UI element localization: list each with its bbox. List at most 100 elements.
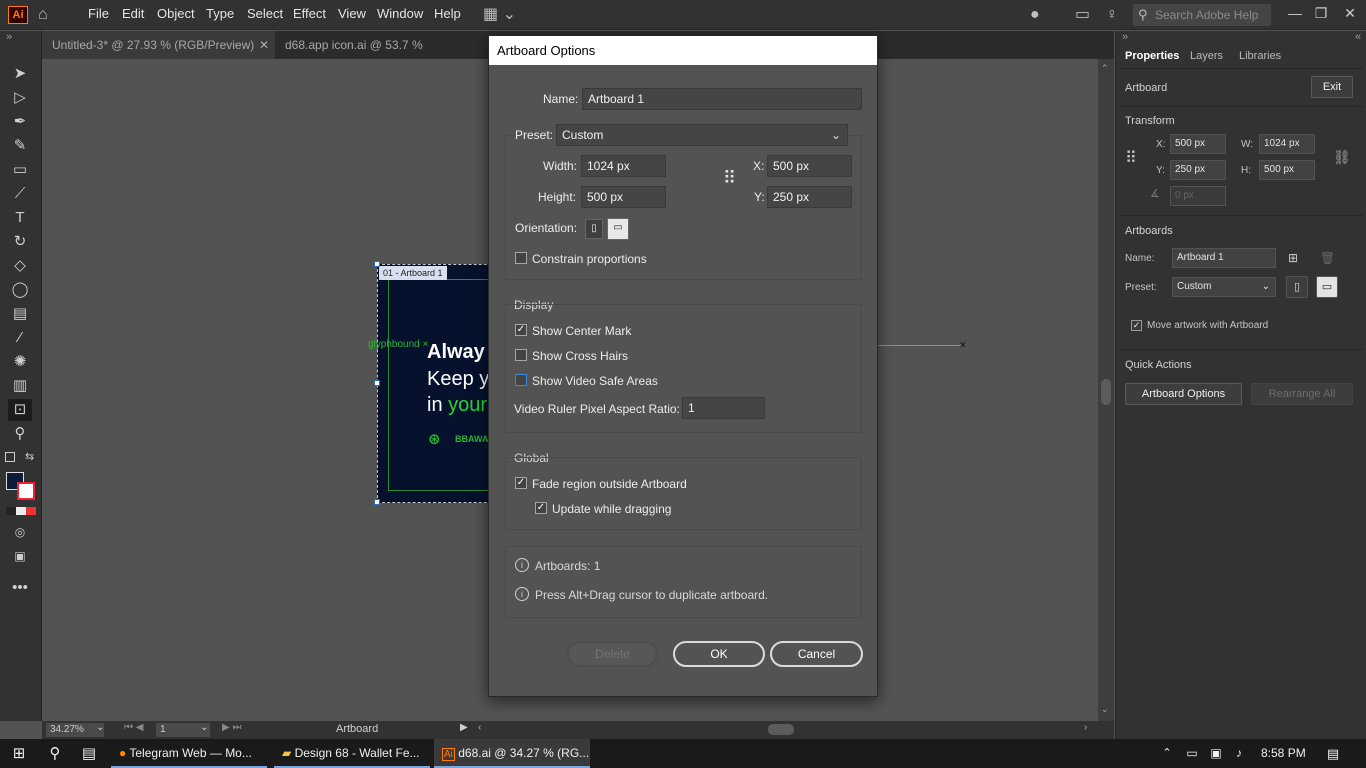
portrait-orientation-icon[interactable]: ▯ (585, 219, 603, 239)
artboard-options-button[interactable]: Artboard Options (1125, 383, 1242, 405)
graph-tool-icon[interactable]: ▥ (8, 375, 32, 397)
scroll-thumb[interactable] (1101, 379, 1111, 405)
user-account-icon[interactable]: ● (1030, 0, 1040, 30)
toolbar-collapse-icon[interactable]: » (6, 31, 12, 43)
eyedropper-tool-icon[interactable]: ⁄ (8, 327, 32, 349)
h-input[interactable]: 500 px (1259, 160, 1315, 180)
show-center-mark-checkbox[interactable]: ✓ (515, 324, 527, 336)
home-icon[interactable]: ⌂ (38, 0, 48, 30)
workspace-switcher-icon[interactable]: ▦ ⌄ (483, 0, 516, 30)
artboard-handle-ml[interactable] (374, 380, 380, 386)
taskbar-illustrator[interactable]: Ai d68.ai @ 34.27 % (RG... (434, 739, 590, 768)
minimize-button[interactable]: — (1281, 0, 1309, 28)
menu-type[interactable]: Type (206, 0, 234, 30)
fade-region-checkbox[interactable]: ✓ (515, 477, 527, 489)
default-colors-icon[interactable] (5, 452, 15, 462)
width-input[interactable]: 1024 px (581, 155, 666, 177)
artboard-handle-tl[interactable] (374, 261, 380, 267)
ok-button[interactable]: OK (673, 641, 765, 667)
status-menu-icon[interactable]: ▶ (460, 722, 468, 733)
lasso-tool-icon[interactable]: ◯ (8, 279, 32, 301)
taskbar-design-68[interactable]: ▰ Design 68 - Wallet Fe... (274, 739, 430, 768)
artboard-name-input[interactable]: Artboard 1 (582, 88, 862, 110)
panel-layout-icon[interactable]: ▭ (1075, 0, 1090, 30)
artboard-tool-icon[interactable]: ⊡ (8, 399, 32, 421)
menu-file[interactable]: File (88, 0, 109, 30)
move-artwork-checkbox[interactable]: ✓ (1131, 320, 1142, 331)
symbol-sprayer-tool-icon[interactable]: ✺ (8, 351, 32, 373)
scroll-right-icon[interactable]: › (1084, 722, 1087, 733)
tab-libraries[interactable]: Libraries (1239, 45, 1281, 67)
x-input[interactable]: 500 px (767, 155, 852, 177)
selection-tool-icon[interactable]: ➤ (8, 63, 32, 85)
zoom-tool-icon[interactable]: ⚲ (8, 423, 32, 445)
lightbulb-icon[interactable]: ♀ (1106, 0, 1118, 30)
show-video-safe-checkbox[interactable] (515, 374, 527, 386)
menu-view[interactable]: View (338, 0, 366, 30)
edit-toolbar-icon[interactable]: ••• (8, 577, 32, 599)
windows-start-icon[interactable]: ⊞ (8, 739, 30, 768)
close-tab-icon[interactable]: ✕ (259, 31, 269, 59)
rotate-tool-icon[interactable]: ↻ (8, 231, 32, 253)
constrain-proportions-checkbox[interactable] (515, 252, 527, 264)
menu-select[interactable]: Select (247, 0, 283, 30)
preset-select[interactable]: Custom ⌄ (1172, 277, 1276, 297)
volume-icon[interactable]: ♪ (1229, 739, 1249, 768)
x-input[interactable]: 500 px (1170, 134, 1226, 154)
landscape-orientation-icon[interactable]: ▭ (1316, 276, 1338, 298)
constrain-link-icon[interactable]: ⛓ (1333, 149, 1351, 166)
taskbar-clock[interactable]: 8:58 PM (1261, 739, 1311, 768)
menu-edit[interactable]: Edit (122, 0, 144, 30)
new-artboard-icon[interactable]: ⊞ (1288, 251, 1298, 265)
task-view-icon[interactable]: ▤ (78, 739, 100, 768)
tab-untitled-3[interactable]: Untitled-3* @ 27.93 % (RGB/Preview) ✕ (42, 31, 275, 59)
scroll-down-icon[interactable]: ⌄ (1101, 704, 1109, 715)
artboard-name-input[interactable]: Artboard 1 (1172, 248, 1276, 268)
search-icon[interactable]: ⚲ (44, 739, 66, 768)
panel-expand-icon[interactable]: « (1355, 31, 1361, 43)
tab-layers[interactable]: Layers (1190, 45, 1223, 67)
rectangle-tool-icon[interactable]: ▭ (8, 159, 32, 181)
exit-button[interactable]: Exit (1311, 76, 1353, 98)
menu-help[interactable]: Help (434, 0, 461, 30)
horizontal-scroll-thumb[interactable] (768, 724, 794, 735)
gradient-tool-icon[interactable]: ▤ (8, 303, 32, 325)
height-input[interactable]: 500 px (581, 186, 666, 208)
show-cross-hairs-checkbox[interactable] (515, 349, 527, 361)
notifications-icon[interactable]: ▤ (1322, 739, 1344, 768)
draw-mode-icon[interactable]: ◎ (8, 521, 32, 543)
search-help-input[interactable]: ⚲ Search Adobe Help (1133, 4, 1271, 26)
scroll-left-icon[interactable]: ‹ (478, 722, 481, 733)
update-dragging-checkbox[interactable]: ✓ (535, 502, 547, 514)
paintbrush-tool-icon[interactable]: ⟋ (8, 183, 32, 205)
swap-colors-icon[interactable]: ⇆ (25, 450, 34, 463)
eraser-tool-icon[interactable]: ◇ (8, 255, 32, 277)
direct-selection-tool-icon[interactable]: ▷ (8, 87, 32, 109)
vertical-scrollbar[interactable]: ⌃ ⌄ (1098, 59, 1114, 721)
network-icon[interactable]: ▣ (1206, 739, 1226, 768)
scroll-up-icon[interactable]: ⌃ (1101, 63, 1109, 74)
y-input[interactable]: 250 px (1170, 160, 1226, 180)
menu-window[interactable]: Window (377, 0, 423, 30)
reference-point-icon[interactable]: ⠿ (1125, 148, 1137, 168)
pen-tool-icon[interactable]: ✒ (8, 111, 32, 133)
menu-effect[interactable]: Effect (293, 0, 326, 30)
curvature-tool-icon[interactable]: ✎ (8, 135, 32, 157)
panel-collapse-icon[interactable]: » (1122, 31, 1128, 43)
tab-properties[interactable]: Properties (1125, 45, 1179, 67)
type-tool-icon[interactable]: T (8, 207, 32, 229)
video-ratio-input[interactable]: 1 (682, 397, 765, 419)
cancel-button[interactable]: Cancel (770, 641, 863, 667)
y-input[interactable]: 250 px (767, 186, 852, 208)
preset-select[interactable]: Custom ⌄ (556, 124, 848, 146)
artboard-handle-bl[interactable] (374, 499, 380, 505)
menu-object[interactable]: Object (157, 0, 195, 30)
taskbar-telegram[interactable]: ● Telegram Web — Mo... (111, 739, 267, 768)
restore-button[interactable]: ❐ (1307, 0, 1335, 28)
show-hidden-icons-icon[interactable]: ⌃ (1158, 739, 1176, 768)
first-page-icon[interactable]: ⏮ ◀ (124, 722, 143, 733)
color-mode-buttons[interactable] (6, 507, 36, 515)
reference-point-icon[interactable]: ⠿ (723, 168, 736, 189)
page-dropdown-icon[interactable]: ⌄ (200, 722, 208, 733)
zoom-dropdown-icon[interactable]: ⌄ (96, 722, 104, 733)
